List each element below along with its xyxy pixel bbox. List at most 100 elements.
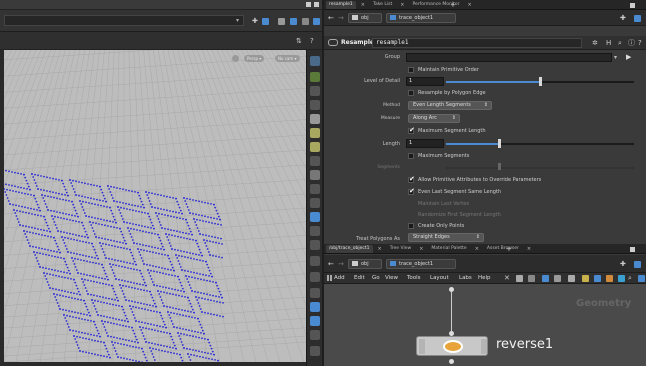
sticky-note-icon[interactable] [582, 275, 589, 282]
tab-1[interactable]: Tree View [387, 245, 415, 253]
pane-maximize-icon[interactable] [314, 2, 319, 7]
lock-icon[interactable] [232, 55, 239, 62]
tab-1[interactable]: Take List [370, 1, 395, 9]
camera-menu-pill[interactable]: Persp ▾ [244, 55, 265, 62]
pane-menu-icon[interactable] [306, 2, 311, 7]
grid-view-icon[interactable] [542, 275, 549, 282]
add-tab-icon[interactable]: + [506, 245, 512, 253]
menu-labs[interactable]: Labs [459, 275, 472, 281]
tab-close-icon[interactable]: × [375, 245, 385, 253]
menu-add[interactable]: Add [334, 275, 345, 281]
node-name-field[interactable]: resample1 [372, 38, 582, 48]
group-select-arrow-icon[interactable]: ▶ [626, 53, 631, 61]
link-icon[interactable] [634, 261, 641, 268]
group-dropdown-icon[interactable]: ▾ [614, 54, 617, 61]
link-icon[interactable] [634, 15, 641, 22]
flow-icon[interactable] [554, 275, 561, 282]
list-view-icon[interactable] [516, 275, 523, 282]
forward-arrow-icon[interactable]: → [338, 260, 344, 268]
tab-2[interactable]: Material Palette [428, 245, 469, 253]
add-tab-icon[interactable]: + [450, 1, 456, 9]
vertex-numbers-icon[interactable] [310, 198, 320, 208]
vertex-icon[interactable] [310, 72, 320, 82]
tab-close-icon[interactable]: × [524, 245, 534, 253]
method-menu[interactable]: Even Length Segments ⇕ [408, 101, 492, 110]
link-icon[interactable] [262, 18, 269, 25]
network-editor[interactable]: Geometry reverse1 [324, 284, 646, 366]
help-icon[interactable]: ? [638, 39, 642, 47]
camera-icon[interactable] [278, 18, 285, 25]
shape-palette-icon[interactable] [606, 275, 613, 282]
tab-close-icon[interactable]: × [465, 1, 475, 9]
max-segment-length-checkbox[interactable] [408, 126, 415, 134]
grid-icon[interactable] [310, 170, 320, 180]
snap-icon[interactable] [310, 226, 320, 236]
gear-icon[interactable]: ✲ [592, 39, 598, 47]
tab-close-icon[interactable]: × [397, 1, 407, 9]
backface-icon[interactable] [310, 330, 320, 340]
pin-icon[interactable]: ✚ [620, 260, 626, 268]
points-icon[interactable] [310, 156, 320, 166]
scene-path-field[interactable] [4, 15, 244, 26]
display-flag[interactable] [481, 339, 487, 354]
tab-close-icon[interactable]: × [472, 245, 482, 253]
pin-icon[interactable]: ✚ [620, 14, 626, 22]
wrench-icon[interactable]: ✕ [504, 274, 510, 282]
group-field[interactable] [406, 53, 612, 62]
lock-camera-icon[interactable] [310, 86, 320, 96]
level-of-detail-handle[interactable] [539, 77, 542, 86]
display-options-icon[interactable] [290, 18, 297, 25]
tab-0[interactable]: resample1 [326, 1, 356, 9]
select-icon[interactable] [310, 56, 320, 66]
treat-polygons-menu[interactable]: Straight Edges ⇕ [408, 233, 484, 242]
normals-icon[interactable] [310, 184, 320, 194]
handle-icon[interactable] [310, 288, 320, 298]
node-output-port[interactable] [449, 359, 454, 364]
resample-by-edge-checkbox[interactable] [408, 90, 414, 96]
tab-close-icon[interactable]: × [358, 1, 368, 9]
tab-3[interactable]: Asset Browser [484, 245, 522, 253]
hda-icon[interactable]: H [606, 39, 611, 47]
snapshot-icon[interactable] [302, 18, 309, 25]
max-segments-checkbox[interactable] [408, 153, 414, 159]
menu-help[interactable]: Help [478, 275, 491, 281]
viewport-camera-pill[interactable]: No cam ▾ [275, 55, 300, 62]
menu-edit[interactable]: Edit [354, 275, 365, 281]
menu-layout[interactable]: Layout [430, 275, 449, 281]
pane-menu-icon[interactable] [630, 247, 635, 252]
handle-toggle-icon[interactable]: ⇅ [296, 37, 302, 45]
create-only-points-checkbox[interactable] [408, 223, 414, 229]
bulb-icon[interactable] [310, 142, 320, 152]
view-menu-icon[interactable] [313, 18, 320, 25]
measure-menu[interactable]: Along Arc ⇕ [408, 114, 460, 123]
transform-icon[interactable] [310, 256, 320, 266]
view-menu-icon[interactable] [638, 275, 645, 282]
solid-icon[interactable] [310, 316, 320, 326]
maintain-prim-order-checkbox[interactable] [408, 67, 414, 73]
tab-close-icon[interactable]: × [416, 245, 426, 253]
ghost-icon[interactable] [310, 128, 320, 138]
snapshot-icon[interactable] [618, 275, 625, 282]
menu-go[interactable]: Go [372, 275, 380, 281]
path-context[interactable]: obj [348, 259, 382, 269]
level-of-detail-field[interactable]: 1 [406, 77, 444, 86]
path-node[interactable]: trace_object1 [386, 259, 456, 269]
dropdown-arrow-icon[interactable]: ▾ [236, 17, 239, 24]
back-arrow-icon[interactable]: ← [328, 260, 334, 268]
measure-icon[interactable] [310, 240, 320, 250]
search-icon[interactable]: ⌕ [628, 274, 632, 282]
pin-icon[interactable]: ✚ [252, 17, 258, 25]
path-node[interactable]: trace_object1 [386, 13, 456, 23]
length-handle[interactable] [497, 139, 501, 148]
help-icon[interactable]: ? [310, 37, 314, 45]
table-icon[interactable] [528, 275, 535, 282]
length-field[interactable]: 1 [406, 139, 444, 148]
allow-prim-attrs-checkbox[interactable] [408, 175, 415, 183]
back-arrow-icon[interactable]: ← [328, 14, 334, 22]
display-options-icon[interactable] [568, 275, 575, 282]
pane-menu-icon[interactable] [630, 3, 635, 8]
3d-viewport[interactable]: Persp ▾ No cam ▾ [4, 50, 306, 362]
menu-view[interactable]: View [385, 275, 398, 281]
menu-tools[interactable]: Tools [407, 275, 421, 281]
shading-icon[interactable] [310, 114, 320, 124]
